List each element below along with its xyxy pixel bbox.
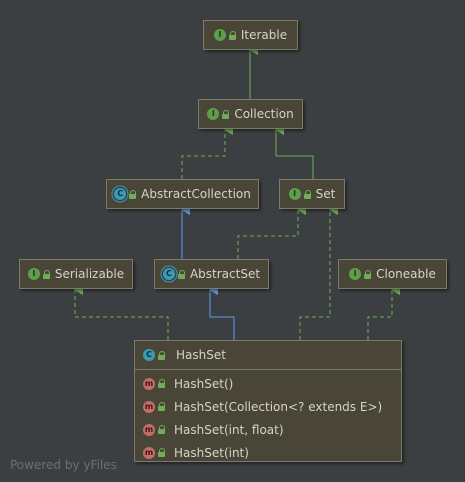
- node-cloneable[interactable]: I Cloneable: [338, 259, 447, 289]
- public-lock-icon: [222, 109, 230, 119]
- public-lock-icon: [158, 402, 166, 411]
- interface-icon: I: [288, 188, 301, 200]
- node-set[interactable]: I Set: [279, 179, 345, 209]
- interface-icon: I: [27, 268, 40, 280]
- node-label: Serializable: [54, 267, 125, 281]
- node-label: Cloneable: [376, 267, 436, 281]
- public-lock-icon: [364, 269, 372, 279]
- public-lock-icon: [129, 189, 137, 199]
- edge-hashset-cloneable: [367, 285, 400, 340]
- method-label: HashSet(int, float): [174, 422, 284, 437]
- abstract-class-icon: C: [162, 268, 175, 280]
- edge-set-collection: [275, 125, 314, 179]
- interface-icon: I: [213, 29, 226, 41]
- public-lock-icon: [158, 379, 166, 388]
- node-iterable[interactable]: I Iterable: [203, 20, 298, 50]
- method-icon: m: [143, 400, 155, 413]
- node-serializable[interactable]: I Serializable: [19, 259, 133, 289]
- edge-hashset-serializable: [74, 285, 169, 340]
- node-label: Set: [315, 187, 336, 201]
- node-label: Iterable: [240, 28, 288, 42]
- method-icon: m: [143, 446, 155, 459]
- node-abstractset[interactable]: C AbstractSet: [154, 259, 269, 289]
- public-lock-icon: [303, 189, 312, 199]
- node-hashset[interactable]: C HashSet m HashSet() m HashSet(Collecti…: [134, 340, 402, 462]
- edge-hashset-abstractset: [209, 285, 235, 340]
- class-icon: C: [143, 349, 155, 361]
- public-lock-icon: [158, 448, 166, 457]
- edge-abstractset-set: [237, 205, 306, 259]
- node-collection[interactable]: I Collection: [198, 99, 303, 129]
- public-lock-icon: [158, 350, 166, 360]
- interface-icon: I: [207, 108, 220, 120]
- method-label: HashSet(): [174, 376, 234, 391]
- method-icon: m: [143, 377, 155, 390]
- method-row[interactable]: m HashSet(int, float): [135, 418, 401, 441]
- method-label: HashSet(int): [174, 445, 249, 460]
- method-row[interactable]: m HashSet(Collection<? extends E>): [135, 395, 401, 418]
- interface-icon: I: [349, 268, 362, 280]
- method-row[interactable]: m HashSet(int): [135, 441, 401, 464]
- node-label: AbstractSet: [189, 267, 261, 281]
- public-lock-icon: [228, 30, 237, 40]
- public-lock-icon: [42, 269, 51, 279]
- edge-abstractcollection-collection: [181, 125, 233, 179]
- edge-hashset-set: [299, 205, 338, 340]
- node-abstractcollection[interactable]: C AbstractCollection: [106, 179, 259, 209]
- method-label: HashSet(Collection<? extends E>): [174, 399, 383, 414]
- class-title: HashSet: [176, 348, 226, 362]
- powered-by-footer: Powered by yFiles: [10, 458, 117, 472]
- public-lock-icon: [177, 269, 186, 279]
- public-lock-icon: [158, 425, 166, 434]
- node-label: AbstractCollection: [141, 187, 251, 201]
- method-row[interactable]: m HashSet(): [135, 372, 401, 395]
- node-label: Collection: [234, 107, 294, 121]
- method-icon: m: [143, 423, 155, 436]
- hashset-header: C HashSet: [135, 341, 401, 370]
- abstract-class-icon: C: [114, 188, 127, 200]
